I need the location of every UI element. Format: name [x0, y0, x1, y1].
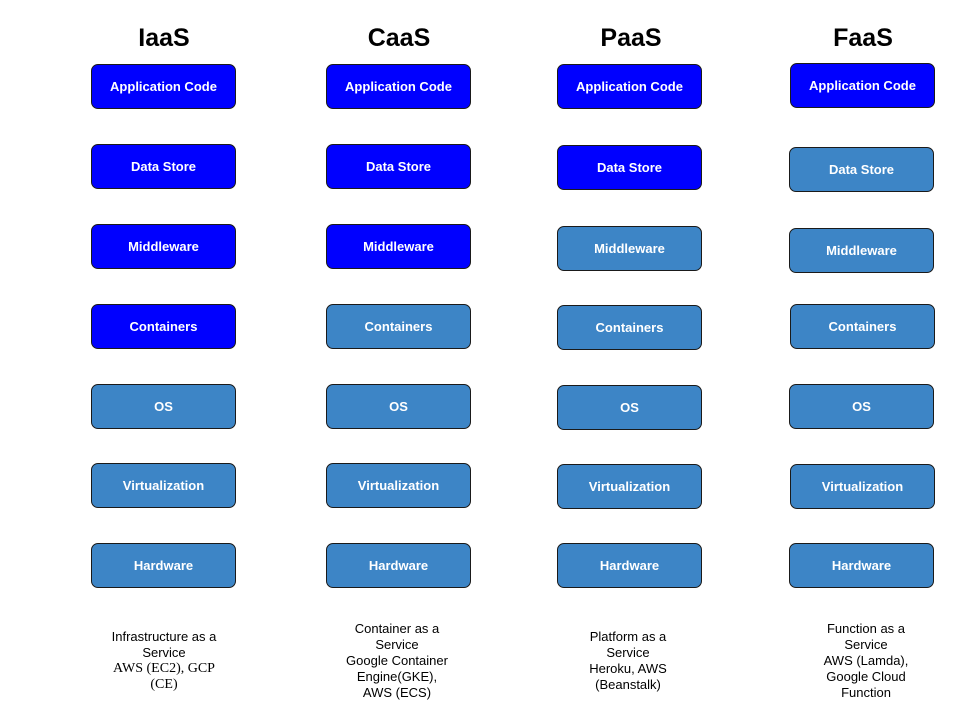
paas-layer-application-code: Application Code — [557, 64, 702, 109]
caas-caption-example: Engine(GKE), — [356, 669, 438, 684]
faas-caption-line: Service — [844, 637, 888, 652]
caas-layer-hardware: Hardware — [326, 543, 471, 588]
paas-caption-line: Service — [606, 645, 650, 660]
faas-layer-containers: Containers — [790, 304, 935, 349]
iaas-layer-virtualization: Virtualization — [91, 463, 236, 508]
caas-layer-data-store: Data Store — [326, 144, 471, 189]
faas-layer-application-code: Application Code — [790, 63, 935, 108]
faas-caption-line: Function as a — [826, 621, 906, 636]
faas-caption: Function as a Service AWS (Lamda), Googl… — [791, 621, 941, 701]
faas-layer-hardware: Hardware — [789, 543, 934, 588]
iaas-layer-containers: Containers — [91, 304, 236, 349]
faas-title: FaaS — [833, 24, 893, 52]
faas-layer-middleware: Middleware — [789, 228, 934, 273]
caas-caption-example: Google Container — [346, 653, 448, 668]
caas-layer-containers: Containers — [326, 304, 471, 349]
iaas-layer-data-store: Data Store — [91, 144, 236, 189]
faas-layer-virtualization: Virtualization — [790, 464, 935, 509]
iaas-caption: Infrastructure as a Service AWS (EC2), G… — [89, 629, 239, 693]
faas-layer-data-store: Data Store — [789, 147, 934, 192]
caas-caption-example: AWS (ECS) — [362, 685, 432, 700]
faas-layer-os: OS — [789, 384, 934, 429]
caas-layer-middleware: Middleware — [326, 224, 471, 269]
iaas-layer-hardware: Hardware — [91, 543, 236, 588]
caas-caption: Container as a Service Google Container … — [322, 621, 472, 701]
faas-caption-example: Google Cloud — [826, 669, 906, 684]
paas-caption-example: (Beanstalk) — [595, 677, 661, 692]
iaas-layer-os: OS — [91, 384, 236, 429]
caas-title: CaaS — [367, 24, 431, 52]
iaas-caption-example: (CE) — [150, 677, 178, 692]
faas-caption-example: Function — [841, 685, 891, 700]
caas-layer-virtualization: Virtualization — [326, 463, 471, 508]
paas-layer-hardware: Hardware — [557, 543, 702, 588]
paas-layer-middleware: Middleware — [557, 226, 702, 271]
iaas-layer-middleware: Middleware — [91, 224, 236, 269]
paas-layer-containers: Containers — [557, 305, 702, 350]
iaas-title: IaaS — [138, 24, 190, 52]
paas-title: PaaS — [600, 24, 662, 52]
caas-caption-line: Service — [375, 637, 419, 652]
paas-caption-example: Heroku, AWS — [589, 661, 667, 676]
caas-layer-application-code: Application Code — [326, 64, 471, 109]
iaas-layer-application-code: Application Code — [91, 64, 236, 109]
paas-layer-virtualization: Virtualization — [557, 464, 702, 509]
faas-caption-example: AWS (Lamda), — [823, 653, 909, 668]
iaas-caption-line: Service — [142, 645, 186, 660]
iaas-caption-line: Infrastructure as a — [111, 629, 217, 644]
paas-layer-data-store: Data Store — [557, 145, 702, 190]
iaas-caption-example: AWS (EC2), GCP — [113, 661, 215, 676]
paas-caption-line: Platform as a — [589, 629, 667, 644]
paas-caption: Platform as a Service Heroku, AWS (Beans… — [553, 629, 703, 693]
caas-layer-os: OS — [326, 384, 471, 429]
caas-caption-line: Container as a — [354, 621, 440, 636]
paas-layer-os: OS — [557, 385, 702, 430]
